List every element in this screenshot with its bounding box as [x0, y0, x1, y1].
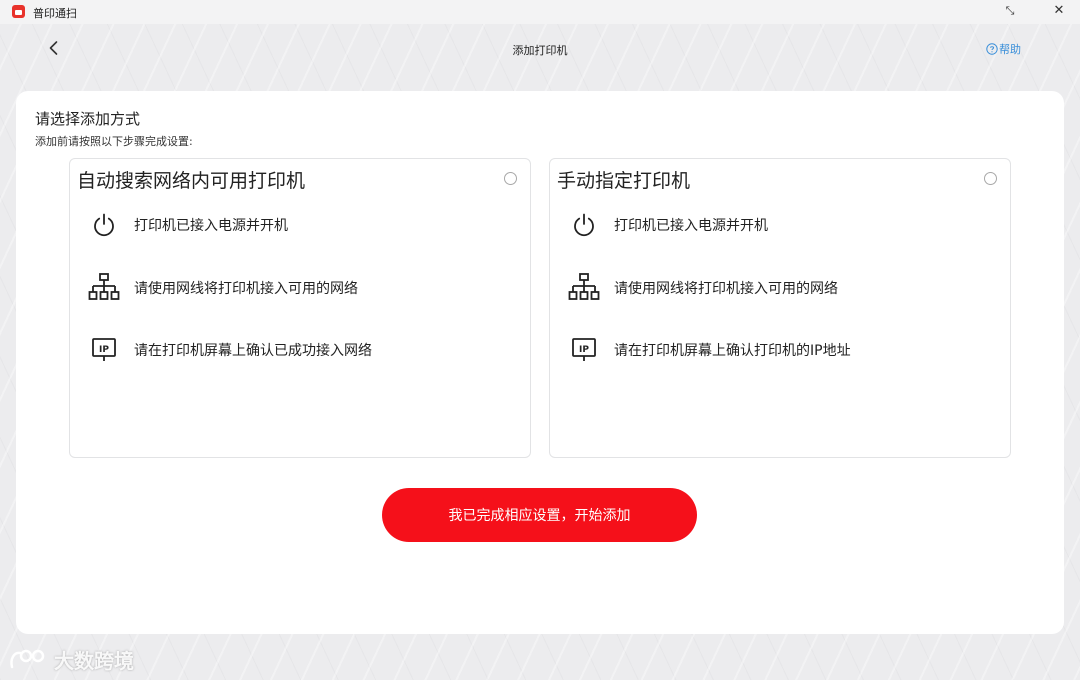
option-title: 自动搜索网络内可用打印机	[77, 170, 306, 192]
step-item: 打印机已接入电源并开机	[88, 209, 288, 241]
page-header: 添加打印机 帮助	[0, 24, 1080, 74]
add-printer-panel: 请选择添加方式 添加前请按照以下步骤完成设置: 自动搜索网络内可用打印机 打印机…	[16, 91, 1064, 634]
step-text: 打印机已接入电源并开机	[134, 218, 288, 234]
network-icon	[88, 272, 120, 304]
window-titlebar: 普印通扫 ⤡ ✕	[0, 0, 1080, 24]
option-card-manual[interactable]: 手动指定打印机 打印机已接入电源并开机 请使用网线将打印机接入可用的网络 IP …	[549, 158, 1011, 458]
step-text: 打印机已接入电源并开机	[614, 218, 768, 234]
step-item: IP 请在打印机屏幕上确认打印机的IP地址	[568, 334, 851, 366]
start-add-printer-button[interactable]: 我已完成相应设置，开始添加	[382, 488, 697, 542]
step-text: 请在打印机屏幕上确认打印机的IP地址	[614, 343, 851, 359]
option-card-auto-search[interactable]: 自动搜索网络内可用打印机 打印机已接入电源并开机 请使用网线将打印机接入可用的网…	[69, 158, 531, 458]
close-icon[interactable]: ✕	[1052, 4, 1066, 18]
app-logo-icon	[12, 5, 25, 18]
minimize-icon[interactable]: ⤡	[1003, 4, 1017, 18]
option-radio-manual[interactable]	[984, 172, 997, 185]
question-circle-icon	[986, 43, 998, 55]
step-text: 请使用网线将打印机接入可用的网络	[134, 281, 358, 297]
network-icon	[568, 272, 600, 304]
step-item: IP 请在打印机屏幕上确认已成功接入网络	[88, 334, 372, 366]
section-heading: 请选择添加方式	[35, 110, 141, 128]
help-label: 帮助	[999, 43, 1021, 56]
watermark-logo-icon	[10, 649, 45, 668]
option-title: 手动指定打印机	[557, 170, 691, 192]
help-link[interactable]: 帮助	[986, 41, 1021, 57]
ip-icon-label: IP	[579, 345, 589, 355]
ip-icon-label: IP	[99, 345, 109, 355]
watermark-text: 大数跨境	[54, 649, 134, 673]
step-text: 请使用网线将打印机接入可用的网络	[614, 281, 838, 297]
page-title: 添加打印机	[512, 44, 568, 57]
ip-address-icon: IP	[568, 334, 600, 366]
step-item: 请使用网线将打印机接入可用的网络	[88, 272, 358, 304]
power-icon	[88, 209, 120, 241]
power-icon	[568, 209, 600, 241]
ip-address-icon: IP	[88, 334, 120, 366]
step-text: 请在打印机屏幕上确认已成功接入网络	[134, 343, 372, 359]
app-title: 普印通扫	[33, 7, 77, 20]
step-item: 打印机已接入电源并开机	[568, 209, 768, 241]
option-radio-auto-search[interactable]	[504, 172, 517, 185]
step-item: 请使用网线将打印机接入可用的网络	[568, 272, 838, 304]
section-subheading: 添加前请按照以下步骤完成设置:	[35, 135, 193, 148]
watermark: 大数跨境	[8, 645, 134, 674]
